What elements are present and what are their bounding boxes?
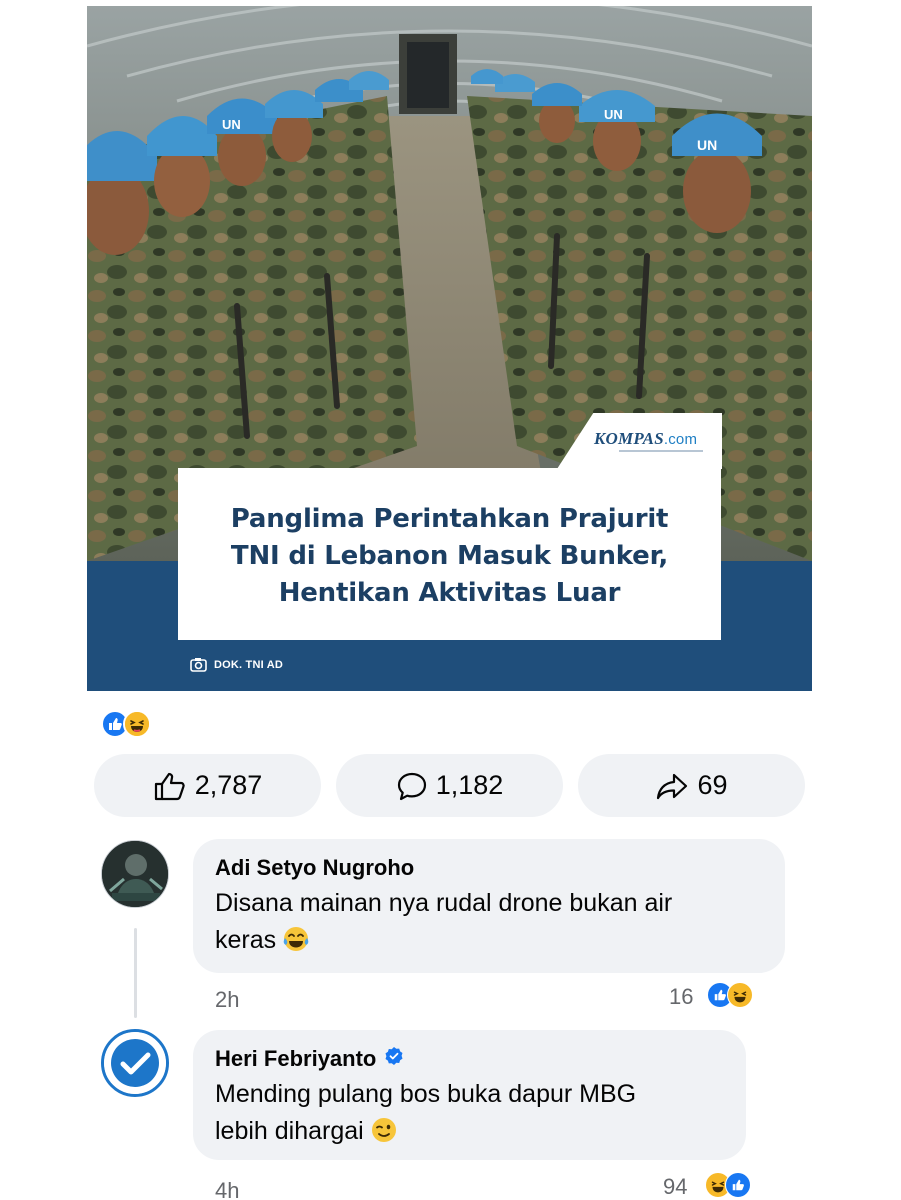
like-count: 2,787: [194, 770, 263, 800]
comment-time[interactable]: 4h: [215, 1178, 239, 1200]
svg-text:UN: UN: [697, 137, 717, 153]
svg-text:UN: UN: [604, 107, 623, 122]
comment-text: Mending pulang bos buka dapur MBG lebih …: [215, 1076, 724, 1155]
headline-card: Panglima Perintahkan Prajurit TNI di Leb…: [178, 468, 721, 640]
share-arrow-icon: [655, 771, 689, 801]
share-count: 69: [697, 770, 728, 800]
kompas-logo: KOMPAS.com: [594, 429, 698, 448]
camera-icon: [190, 657, 207, 672]
comment-time[interactable]: 2h: [215, 987, 239, 1013]
comment-bubble[interactable]: Heri Febriyanto Mending pulang bos buka …: [193, 1030, 746, 1160]
speech-bubble-icon: [396, 771, 428, 801]
headline-line-1: Panglima Perintahkan Prajurit: [230, 504, 669, 534]
like-button[interactable]: 2,787: [94, 754, 321, 817]
comment-reaction-count[interactable]: 16: [669, 984, 693, 1010]
wink-icon: [370, 1116, 398, 1155]
comment-reactions[interactable]: [705, 1172, 751, 1198]
post-image[interactable]: UN UN UN KOMPAS.com Panglima Perintahkan…: [87, 6, 812, 691]
photo-credit: DOK. TNI AD: [190, 657, 283, 672]
share-button[interactable]: 69: [578, 754, 805, 817]
haha-icon: [123, 710, 151, 738]
like-icon: [725, 1172, 751, 1198]
comment-count: 1,182: [435, 770, 504, 800]
photo-credit-text: DOK. TNI AD: [214, 658, 284, 671]
avatar[interactable]: [101, 1029, 169, 1097]
thumbs-up-icon: [153, 771, 187, 801]
comment-button[interactable]: 1,182: [336, 754, 563, 817]
haha-icon: [727, 982, 753, 1008]
comment-reaction-count[interactable]: 94: [663, 1174, 687, 1200]
logo-tagline-rule: [619, 450, 703, 452]
avatar[interactable]: [101, 840, 169, 908]
headline-line-2: TNI di Lebanon Masuk Bunker,: [230, 541, 669, 571]
svg-text:UN: UN: [222, 117, 241, 132]
comment-reactions[interactable]: [707, 982, 753, 1008]
tears-of-joy-icon: [282, 925, 310, 964]
comment-author[interactable]: Heri Febriyanto: [215, 1045, 724, 1073]
comment-bubble[interactable]: Adi Setyo Nugroho Disana mainan nya ruda…: [193, 839, 785, 973]
reaction-summary[interactable]: [101, 710, 151, 738]
thread-line: [134, 928, 137, 1018]
comment-author[interactable]: Adi Setyo Nugroho: [215, 854, 763, 882]
headline-line-3: Hentikan Aktivitas Luar: [278, 578, 621, 608]
verified-badge-icon: [384, 1045, 404, 1073]
comment-text: Disana mainan nya rudal drone bukan air …: [215, 885, 763, 964]
